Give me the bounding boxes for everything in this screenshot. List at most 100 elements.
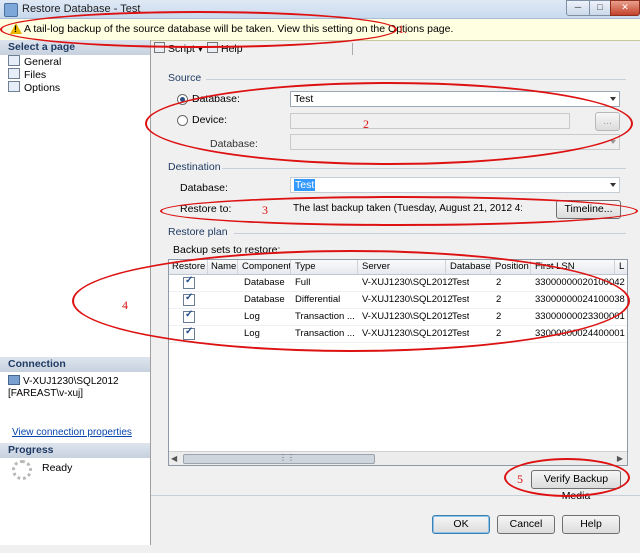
cell-database: Test [452,328,470,339]
restore-to-value: The last backup taken (Tuesday, August 2… [293,203,522,214]
destination-database-combo[interactable]: Test [290,177,620,193]
destination-database-label: Database: [180,182,228,194]
table-row[interactable]: Log Transaction ... V-XUJ1230\SQL2012 Te… [169,326,627,343]
column-header-first-lsn[interactable]: First LSN [535,261,575,272]
cell-type: Transaction ... [295,311,355,322]
device-radio[interactable] [177,115,188,126]
cell-component: Database [244,277,285,288]
database-radio[interactable] [177,94,188,105]
column-header-name[interactable]: Name [211,261,236,272]
backup-sets-label: Backup sets to restore: [173,244,281,256]
device-browse-button[interactable]: ... [595,112,620,131]
cell-position: 2 [496,328,502,339]
column-header-component[interactable]: Component [242,261,291,272]
script-button[interactable]: Script ▾ [154,42,203,55]
toolbar: Script ▾ Help [151,40,640,58]
cell-position: 2 [496,294,502,305]
script-icon [154,42,165,53]
restore-checkbox[interactable] [183,275,195,289]
page-options[interactable]: Options [8,81,60,94]
view-connection-properties-link[interactable]: View connection properties [12,427,132,438]
source-group-label: Source [168,72,202,84]
page-icon [8,55,20,66]
cell-position: 2 [496,277,502,288]
grid-header: Restore Name Component Type Server Datab… [169,260,627,275]
page-files-label: Files [24,69,47,81]
page-options-label: Options [24,82,61,94]
annotation-label-5: 5 [517,472,523,486]
horizontal-scrollbar[interactable]: ◀ ⋮⋮ ▶ [169,451,627,465]
restore-plan-group-label: Restore plan [168,226,228,238]
help-button[interactable]: Help [207,42,243,55]
minimize-button[interactable]: ─ [566,0,590,16]
restore-to-label: Restore to: [180,203,232,215]
page-icon [8,81,20,92]
help-label: Help [221,43,243,55]
progress-spinner-icon [12,460,32,480]
annotation-label-3: 3 [262,203,268,217]
device-input[interactable] [290,113,570,129]
page-general-label: General [24,56,62,68]
chevron-down-icon [610,97,616,101]
select-page-header: Select a page [0,40,150,55]
connection-user: [FAREAST\v-xuj] [8,388,84,399]
restore-checkbox[interactable] [183,292,195,306]
annotation-label-2: 2 [363,117,369,131]
backup-sets-grid[interactable]: Restore Name Component Type Server Datab… [168,259,628,466]
device-database-select[interactable] [290,134,620,150]
column-header-position[interactable]: Position [495,261,529,272]
table-row[interactable]: Database Differential V-XUJ1230\SQL2012 … [169,292,627,309]
restore-database-dialog: Restore Database - Test ─ □ ✕ ! A tail-l… [0,0,640,553]
chevron-down-icon [610,183,616,187]
column-header-type[interactable]: Type [295,261,316,272]
grip-icon: ⋮⋮ [279,453,295,462]
source-database-select[interactable]: Test [290,91,620,107]
cell-type: Differential [295,294,341,305]
help-footer-button[interactable]: Help [562,515,620,534]
column-header-database[interactable]: Database [450,261,491,272]
destination-divider [222,168,626,169]
table-row[interactable]: Log Transaction ... V-XUJ1230\SQL2012 Te… [169,309,627,326]
timeline-button[interactable]: Timeline... [556,200,621,219]
minimize-icon: ─ [574,2,582,12]
annotation-label-4: 4 [122,298,128,312]
cell-component: Log [244,311,260,322]
ok-button[interactable]: OK [432,515,490,534]
column-header-last[interactable]: L [619,261,624,272]
database-icon [4,3,18,17]
scroll-right-icon[interactable]: ▶ [617,454,623,463]
footer-divider [151,495,640,496]
verify-backup-media-button[interactable]: Verify Backup Media [531,470,621,502]
title-bar: Restore Database - Test ─ □ ✕ [0,0,640,19]
left-panel: Select a page General Files Options Conn… [0,40,151,545]
restore-checkbox[interactable] [183,326,195,340]
annotation-label-1: 1. [398,22,407,36]
warning-icon: ! [10,23,22,34]
cancel-button[interactable]: Cancel [497,515,555,534]
device-database-label: Database: [210,138,258,150]
cell-server: V-XUJ1230\SQL2012 [362,311,453,322]
maximize-button[interactable]: □ [589,0,611,16]
progress-status: Ready [42,462,73,474]
cell-server: V-XUJ1230\SQL2012 [362,328,453,339]
table-row[interactable]: Database Full V-XUJ1230\SQL2012 Test 2 3… [169,275,627,292]
warning-bar: ! A tail-log backup of the source databa… [0,19,640,41]
warning-text: A tail-log backup of the source database… [24,23,454,35]
destination-database-value: Test [294,179,316,191]
cell-database: Test [452,294,470,305]
column-header-server[interactable]: Server [362,261,390,272]
source-divider [206,79,626,80]
scroll-left-icon[interactable]: ◀ [171,454,177,463]
page-files[interactable]: Files [8,68,46,81]
close-button[interactable]: ✕ [610,0,640,16]
scrollbar-thumb[interactable]: ⋮⋮ [183,453,375,464]
close-icon: ✕ [621,2,629,12]
progress-header: Progress [0,443,150,458]
connection-header: Connection [0,357,150,372]
page-general[interactable]: General [8,55,61,68]
page-icon [8,68,20,79]
script-label: Script [168,43,195,55]
column-header-restore[interactable]: Restore [172,261,205,272]
restore-checkbox[interactable] [183,309,195,323]
cell-first-lsn: 33000000023300001 [535,311,625,322]
